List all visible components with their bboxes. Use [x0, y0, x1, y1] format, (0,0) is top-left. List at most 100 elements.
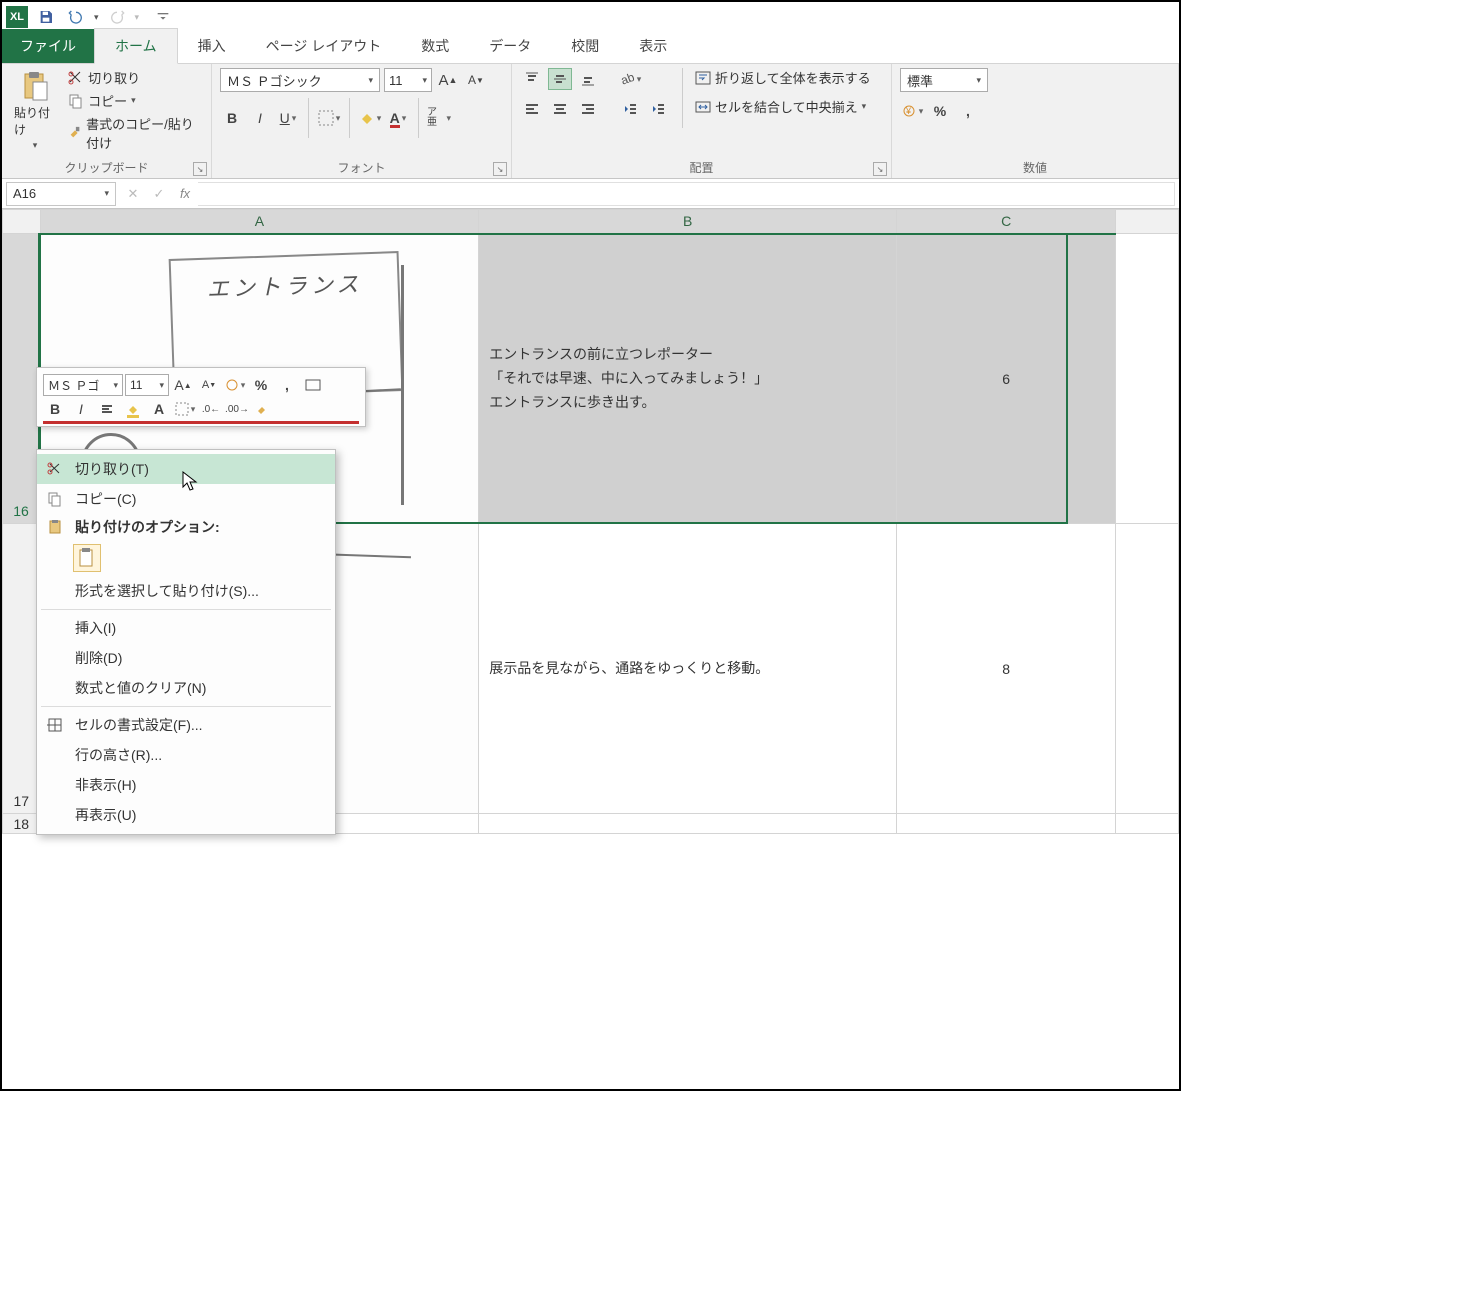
tab-home[interactable]: ホーム: [94, 28, 178, 64]
cm-insert[interactable]: 挿入(I): [37, 613, 335, 643]
save-icon[interactable]: [34, 5, 58, 29]
increase-font-icon[interactable]: A▲: [436, 69, 460, 91]
decrease-font-icon[interactable]: A▼: [464, 69, 488, 91]
cm-copy[interactable]: コピー(C): [37, 484, 335, 514]
increase-indent-icon[interactable]: [646, 98, 670, 120]
mini-merge-icon[interactable]: [301, 374, 325, 396]
cell-D18[interactable]: [1116, 814, 1179, 834]
cm-unhide[interactable]: 再表示(U): [37, 800, 335, 830]
mini-font-combo[interactable]: ＭＳ Ｐゴ▾: [43, 374, 123, 396]
tab-file[interactable]: ファイル: [2, 29, 94, 63]
redo-dropdown-icon[interactable]: ▾: [135, 12, 140, 23]
dialog-launcher-icon[interactable]: ↘: [493, 162, 507, 176]
row-header-16[interactable]: 16: [3, 234, 41, 524]
cut-button[interactable]: 切り取り: [68, 68, 203, 87]
cell-B16[interactable]: エントランスの前に立つレポーター 「それでは早速、中に入ってみましょう！」 エン…: [479, 234, 897, 524]
row-header-18[interactable]: 18: [3, 814, 41, 834]
tab-formulas[interactable]: 数式: [401, 29, 469, 63]
align-bottom-icon[interactable]: [576, 68, 600, 90]
mini-increase-font-icon[interactable]: A▲: [171, 374, 195, 396]
mini-align-icon[interactable]: [95, 398, 119, 420]
font-size-combo[interactable]: 11▾: [384, 68, 432, 92]
format-painter-button[interactable]: 書式のコピー/貼り付け: [68, 114, 203, 152]
number-format-combo[interactable]: 標準▾: [900, 68, 988, 92]
select-all-button[interactable]: [3, 210, 41, 234]
copy-button[interactable]: コピー ▾: [68, 91, 203, 110]
mini-italic-icon[interactable]: I: [69, 398, 93, 420]
mini-size-combo[interactable]: 11▾: [125, 374, 169, 396]
cm-cut[interactable]: 切り取り(T): [37, 454, 335, 484]
comma-format-icon[interactable]: ,: [956, 100, 980, 122]
col-header-C[interactable]: C: [896, 210, 1115, 234]
tab-page-layout[interactable]: ページ レイアウト: [246, 29, 402, 63]
cm-format-cells[interactable]: セルの書式設定(F)...: [37, 710, 335, 740]
col-header-A[interactable]: A: [40, 210, 479, 234]
italic-button[interactable]: I: [248, 107, 272, 129]
ruby-button[interactable]: ア亜: [427, 107, 451, 129]
mini-comma-icon[interactable]: ,: [275, 374, 299, 396]
border-button[interactable]: [317, 107, 341, 129]
col-header-next[interactable]: [1116, 210, 1179, 234]
undo-icon[interactable]: [64, 5, 88, 29]
fill-color-button[interactable]: [358, 107, 382, 129]
tab-insert[interactable]: 挿入: [178, 29, 246, 63]
align-left-icon[interactable]: [520, 98, 544, 120]
cm-format-cells-label: セルの書式設定(F)...: [75, 715, 203, 735]
cm-hide[interactable]: 非表示(H): [37, 770, 335, 800]
confirm-icon[interactable]: ✓: [146, 181, 172, 207]
cell-B18[interactable]: [479, 814, 897, 834]
align-center-icon[interactable]: [548, 98, 572, 120]
mini-decrease-font-icon[interactable]: A▼: [197, 374, 221, 396]
context-menu: 切り取り(T) コピー(C) 貼り付けのオプション: 形式を選択して貼り付け(S…: [36, 449, 336, 835]
cell-C18[interactable]: [896, 814, 1115, 834]
cm-paste-special[interactable]: 形式を選択して貼り付け(S)...: [37, 576, 335, 606]
redo-icon[interactable]: [105, 5, 129, 29]
mini-bold-icon[interactable]: B: [43, 398, 67, 420]
dialog-launcher-icon[interactable]: ↘: [193, 162, 207, 176]
bold-button[interactable]: B: [220, 107, 244, 129]
mini-percent-icon[interactable]: %: [249, 374, 273, 396]
mini-border-icon[interactable]: [173, 398, 197, 420]
tab-review[interactable]: 校閲: [551, 29, 619, 63]
cell-B17[interactable]: 展示品を見ながら、通路をゆっくりと移動。: [479, 524, 897, 814]
merge-center-button[interactable]: セルを結合して中央揃え ▾: [695, 97, 871, 116]
accounting-format-icon[interactable]: ¥: [900, 100, 924, 122]
cell-C17[interactable]: 8: [896, 524, 1115, 814]
formula-input[interactable]: [198, 182, 1175, 206]
paste-option-default-icon[interactable]: [73, 544, 101, 572]
fx-icon[interactable]: fx: [172, 181, 198, 207]
qat-customize-icon[interactable]: [151, 5, 175, 29]
underline-button[interactable]: U: [276, 107, 300, 129]
font-name-combo[interactable]: ＭＳ Ｐゴシック▾: [220, 68, 380, 92]
cm-delete[interactable]: 削除(D): [37, 643, 335, 673]
font-color-button[interactable]: A: [386, 107, 410, 129]
percent-format-icon[interactable]: %: [928, 100, 952, 122]
paste-button[interactable]: 貼り付け ▾: [10, 68, 60, 153]
name-box[interactable]: A16▾: [6, 182, 116, 206]
mini-font-color-icon[interactable]: A: [147, 398, 171, 420]
cm-clear[interactable]: 数式と値のクリア(N): [37, 673, 335, 703]
cell-C16[interactable]: 6: [896, 234, 1115, 524]
mini-increase-decimal-icon[interactable]: .0←: [199, 398, 223, 420]
align-middle-icon[interactable]: [548, 68, 572, 90]
orientation-icon[interactable]: ab: [618, 68, 642, 90]
cancel-icon[interactable]: ✕: [120, 181, 146, 207]
mini-decrease-decimal-icon[interactable]: .00→: [225, 398, 249, 420]
tab-view[interactable]: 表示: [619, 29, 687, 63]
mini-fill-color-icon[interactable]: [121, 398, 145, 420]
cm-row-height[interactable]: 行の高さ(R)...: [37, 740, 335, 770]
mini-format-painter-icon[interactable]: [251, 398, 275, 420]
wrap-text-button[interactable]: 折り返して全体を表示する: [695, 68, 871, 87]
dialog-launcher-icon[interactable]: ↘: [873, 162, 887, 176]
mini-accounting-icon[interactable]: [223, 374, 247, 396]
row-header-17[interactable]: 17: [3, 524, 41, 814]
undo-dropdown-icon[interactable]: ▾: [94, 12, 99, 23]
align-right-icon[interactable]: [576, 98, 600, 120]
align-top-icon[interactable]: [520, 68, 544, 90]
cell-D17[interactable]: [1116, 524, 1179, 814]
cell-D16[interactable]: [1116, 234, 1179, 524]
tab-data[interactable]: データ: [469, 29, 551, 63]
col-header-B[interactable]: B: [479, 210, 897, 234]
brush-icon: [68, 125, 82, 141]
decrease-indent-icon[interactable]: [618, 98, 642, 120]
